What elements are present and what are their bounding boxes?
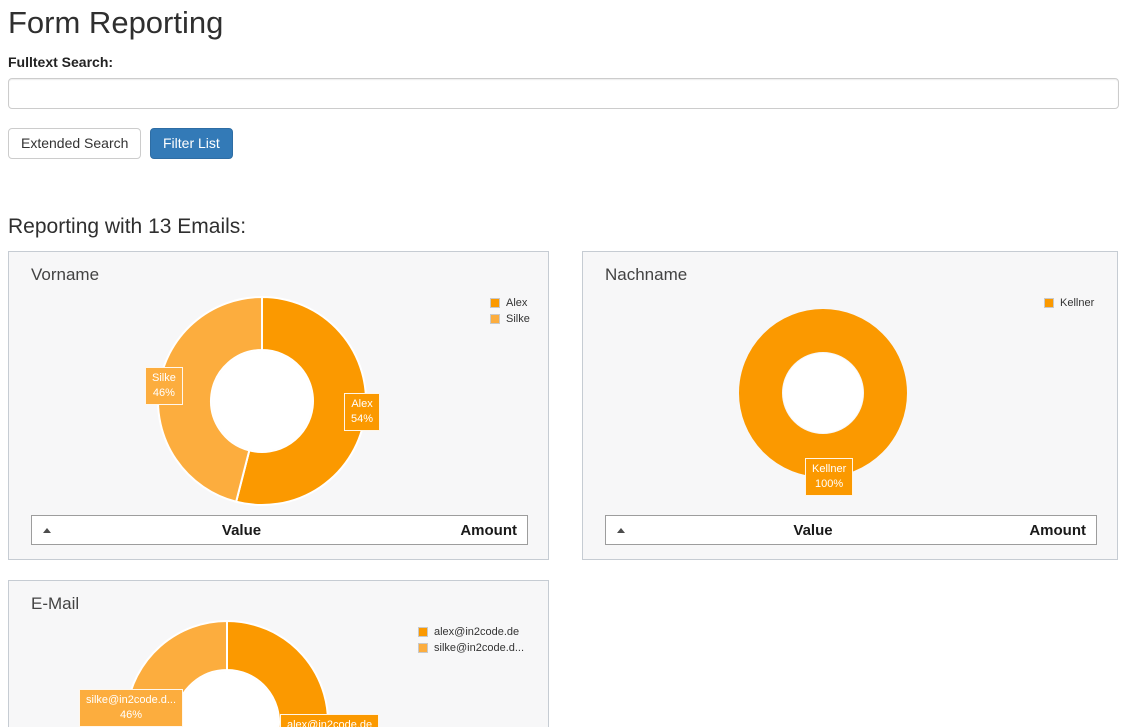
legend: alex@in2code.de silke@in2code.d... (418, 626, 524, 658)
filter-list-button[interactable]: Filter List (150, 128, 233, 159)
results-table-header: Value Amount (605, 515, 1097, 545)
legend-item[interactable]: Silke (490, 313, 530, 325)
slice-label-percent: 100% (812, 477, 846, 492)
slice-label-name: Alex (351, 397, 373, 412)
sort-ascending-icon (43, 528, 51, 533)
slice-label-percent: 54% (351, 412, 373, 427)
slice-label-name: Silke (152, 371, 176, 386)
legend-swatch-icon (490, 314, 500, 324)
value-column-header[interactable]: Value (72, 522, 411, 539)
legend-item[interactable]: silke@in2code.d... (418, 642, 524, 654)
legend-swatch-icon (1044, 298, 1054, 308)
panel-title: Vorname (31, 265, 99, 285)
legend-label: Silke (506, 313, 530, 325)
legend-label: Alex (506, 297, 527, 309)
legend-label: alex@in2code.de (434, 626, 519, 638)
slice-label: Alex 54% (344, 393, 380, 431)
slice-label-name: Kellner (812, 462, 846, 477)
slice-label: Kellner 100% (805, 458, 853, 496)
legend-swatch-icon (418, 643, 428, 653)
slice-label: Silke 46% (145, 367, 183, 405)
chart-panel-vorname: Vorname Silke 46% Alex 54% Alex Silke Va… (8, 251, 549, 560)
slice-label: silke@in2code.d... 46% (79, 689, 183, 727)
slice-label-name: alex@in2code.de (287, 718, 372, 727)
slice-label-percent: 46% (152, 386, 176, 401)
results-table-header: Value Amount (31, 515, 528, 545)
amount-column-header[interactable]: Amount (980, 522, 1096, 539)
fulltext-search-input[interactable] (8, 78, 1119, 109)
extended-search-button[interactable]: Extended Search (8, 128, 141, 159)
sort-column-header[interactable] (32, 528, 72, 533)
panel-title: Nachname (605, 265, 687, 285)
slice-label-percent: 46% (86, 708, 176, 723)
donut-chart[interactable] (154, 293, 370, 509)
legend-swatch-icon (490, 298, 500, 308)
slice-label: alex@in2code.de 54% (280, 714, 379, 727)
legend-label: Kellner (1060, 297, 1094, 309)
form-reporting-page: Form Reporting Fulltext Search: Extended… (0, 0, 1125, 727)
page-title: Form Reporting (8, 5, 223, 41)
legend-item[interactable]: Kellner (1044, 297, 1094, 309)
value-column-header[interactable]: Value (646, 522, 980, 539)
legend-swatch-icon (418, 627, 428, 637)
reporting-heading: Reporting with 13 Emails: (8, 215, 246, 239)
legend: Kellner (1044, 297, 1094, 313)
chart-panel-nachname: Nachname Kellner 100% Kellner Value Amou… (582, 251, 1118, 560)
legend-item[interactable]: Alex (490, 297, 530, 309)
slice-label-name: silke@in2code.d... (86, 693, 176, 708)
amount-column-header[interactable]: Amount (411, 522, 527, 539)
sort-ascending-icon (617, 528, 625, 533)
sort-column-header[interactable] (606, 528, 646, 533)
chart-panel-email: E-Mail silke@in2code.d... 46% alex@in2co… (8, 580, 549, 727)
legend-label: silke@in2code.d... (434, 642, 524, 654)
donut-chart[interactable] (733, 303, 913, 483)
panel-title: E-Mail (31, 594, 79, 614)
legend: Alex Silke (490, 297, 530, 329)
legend-item[interactable]: alex@in2code.de (418, 626, 524, 638)
fulltext-search-label: Fulltext Search: (8, 54, 113, 70)
